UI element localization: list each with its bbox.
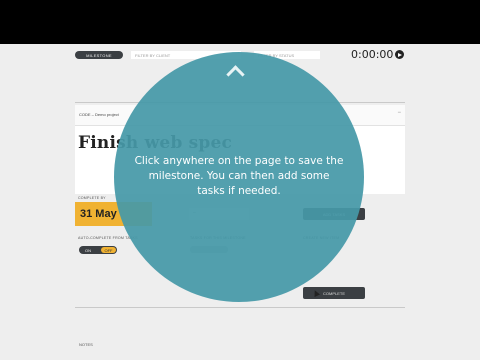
milestone-pill-button[interactable]: MILESTONE	[75, 51, 123, 59]
toggle-on-label: ON	[85, 248, 91, 253]
app-stage[interactable]: MILESTONE FILTER BY CLIENT FILTER BY STA…	[0, 44, 480, 360]
auto-complete-toggle[interactable]: ON OFF	[79, 246, 117, 254]
complete-by-label: COMPLETE BY	[78, 196, 106, 200]
toggle-off-label: OFF	[101, 247, 116, 253]
collapse-icon[interactable]: −	[397, 110, 401, 116]
tutorial-overlay[interactable]: Click anywhere on the page to save the m…	[114, 52, 364, 302]
overlay-message: Click anywhere on the page to save the m…	[134, 155, 344, 197]
chevron-up-icon[interactable]	[226, 65, 245, 84]
play-icon[interactable]	[395, 50, 404, 59]
timer-display: 0:00:00	[351, 48, 394, 61]
notes-label: NOTES	[79, 342, 93, 347]
divider	[75, 307, 405, 308]
project-name: CODE – Demo project	[79, 112, 119, 117]
